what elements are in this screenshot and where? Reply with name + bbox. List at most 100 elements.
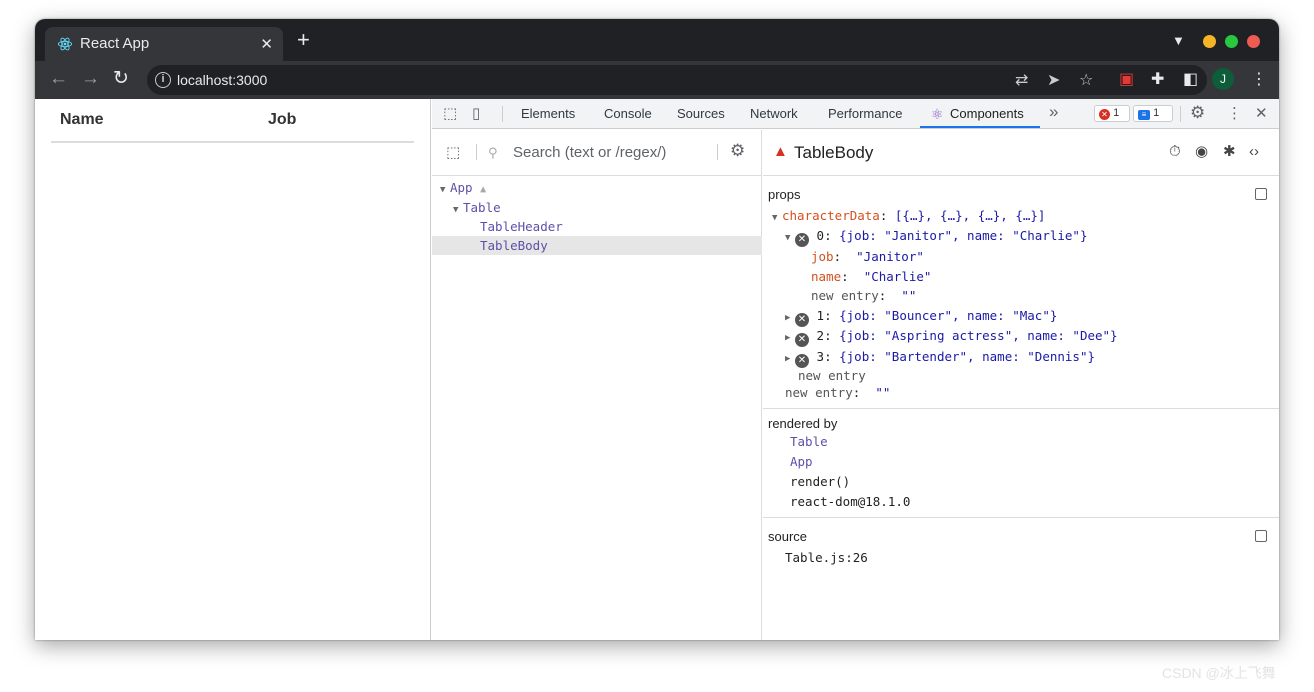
- message-count: 1: [1153, 107, 1160, 119]
- divider: [476, 144, 477, 160]
- component-details: ▲ TableBody ⏱ ◉ ✱ ‹› props ▼ characterDat…: [763, 130, 1279, 640]
- divider: [502, 106, 503, 122]
- tab-network[interactable]: Network: [750, 106, 798, 121]
- devtools-menu-icon[interactable]: ⋮: [1227, 105, 1242, 123]
- url-text[interactable]: localhost:3000: [177, 72, 267, 88]
- react-components-icon: ⚛: [931, 106, 944, 122]
- back-arrow-icon[interactable]: ←: [49, 69, 68, 89]
- tree-item-app[interactable]: ▼ App ▲: [432, 178, 762, 197]
- message-count-badge[interactable]: ≡ 1: [1133, 105, 1173, 122]
- chevron-down-icon[interactable]: ▼: [1172, 33, 1185, 48]
- close-devtools-icon[interactable]: ✕: [1255, 105, 1268, 123]
- error-count-badge[interactable]: ✕ 1: [1094, 105, 1130, 122]
- props-label: props: [768, 187, 801, 202]
- search-icon: ⚲: [488, 145, 498, 160]
- search-input[interactable]: Search (text or /regex/): [513, 144, 666, 161]
- view-source-icon[interactable]: ‹›: [1249, 144, 1259, 160]
- table-divider: [51, 141, 414, 143]
- maximize-button[interactable]: [1225, 35, 1238, 48]
- puzzle-icon[interactable]: ✚: [1151, 70, 1164, 90]
- rendered-by-react-dom: react-dom@18.1.0: [790, 494, 911, 509]
- tab-components[interactable]: Components: [950, 106, 1024, 121]
- remove-item-icon[interactable]: ✕: [795, 313, 809, 327]
- tree-settings-icon[interactable]: ⚙: [730, 142, 745, 160]
- prop-item-0[interactable]: ▼ ✕ 0: {job: "Janitor", name: "Charlie"}: [785, 228, 1087, 247]
- prop-new-entry[interactable]: new entry: "": [811, 288, 916, 304]
- caret-down-icon[interactable]: ▼: [785, 230, 795, 246]
- caret-down-icon[interactable]: ▼: [772, 210, 782, 226]
- eye-icon[interactable]: ◉: [1195, 144, 1208, 160]
- browser-tab[interactable]: React App ✕: [45, 27, 283, 61]
- prop-field-job[interactable]: job: "Janitor": [811, 249, 924, 265]
- tab-title: React App: [80, 35, 150, 52]
- browser-window: React App ✕ + ▼ ← → ↻ i localhost:3000 ⇄…: [35, 19, 1279, 640]
- remove-item-icon[interactable]: ✕: [795, 333, 809, 347]
- more-tabs-icon[interactable]: »: [1049, 103, 1058, 121]
- remove-item-icon[interactable]: ✕: [795, 354, 809, 368]
- divider: [1180, 106, 1181, 122]
- copy-icon[interactable]: [1255, 530, 1267, 542]
- selected-component-name: TableBody: [794, 143, 874, 162]
- avatar[interactable]: J: [1212, 68, 1234, 90]
- copy-icon[interactable]: [1255, 188, 1267, 200]
- info-icon[interactable]: i: [155, 72, 171, 88]
- reload-icon[interactable]: ↻: [113, 69, 129, 89]
- close-window-button[interactable]: [1247, 35, 1260, 48]
- inspect-element-icon[interactable]: ⬚: [443, 105, 457, 123]
- bug-icon[interactable]: ✱: [1223, 144, 1236, 160]
- send-icon[interactable]: ➤: [1047, 70, 1060, 90]
- devtools-panel: ⬚ ▯ Elements Console Sources Network Per…: [432, 99, 1279, 640]
- address-bar[interactable]: i localhost:3000 ⇄ ➤ ☆: [147, 65, 1207, 95]
- rendered-by-app[interactable]: App: [790, 454, 813, 470]
- menu-dots-icon[interactable]: ⋮: [1251, 70, 1267, 90]
- header-name: Name: [60, 111, 104, 128]
- caret-right-icon[interactable]: ▶: [785, 351, 795, 367]
- array-new-entry[interactable]: new entry: [798, 368, 866, 384]
- source-location[interactable]: Table.js:26: [785, 550, 868, 566]
- header-job: Job: [268, 111, 297, 128]
- prop-characterdata[interactable]: ▼ characterData: [{…}, {…}, {…}, {…}]: [772, 208, 1045, 226]
- warning-icon: ▲: [773, 143, 788, 160]
- side-panel-icon[interactable]: ◧: [1183, 70, 1198, 90]
- prop-item-1[interactable]: ▶ ✕ 1: {job: "Bouncer", name: "Mac"}: [785, 308, 1057, 327]
- tab-sources[interactable]: Sources: [677, 106, 725, 121]
- source-label: source: [768, 529, 808, 544]
- watermark: CSDN @冰上飞舞: [1162, 665, 1276, 681]
- close-tab-icon[interactable]: ✕: [260, 35, 273, 53]
- tab-elements[interactable]: Elements: [521, 106, 575, 121]
- translate-icon[interactable]: ⇄: [1015, 70, 1028, 90]
- gear-icon[interactable]: ⚙: [1190, 104, 1205, 122]
- component-tree: ⬚ ⚲ Search (text or /regex/) ⚙ ▼ App ▲ ▼ T…: [432, 130, 762, 640]
- prop-field-name[interactable]: name: "Charlie": [811, 269, 931, 285]
- warning-icon: ▲: [480, 184, 487, 195]
- tree-item-table[interactable]: ▼ Table: [432, 198, 762, 217]
- extension-icon[interactable]: ▣: [1119, 70, 1134, 90]
- remove-item-icon[interactable]: ✕: [795, 233, 809, 247]
- tree-item-tableheader[interactable]: TableHeader: [432, 217, 762, 236]
- caret-right-icon[interactable]: ▶: [785, 330, 795, 346]
- divider: [763, 517, 1279, 518]
- tree-item-tablebody[interactable]: TableBody: [432, 236, 762, 255]
- active-tab-indicator: [920, 126, 1040, 128]
- bookmark-star-icon[interactable]: ☆: [1079, 70, 1093, 90]
- prop-item-2[interactable]: ▶ ✕ 2: {job: "Aspring actress", name: "De…: [785, 328, 1118, 347]
- tab-performance[interactable]: Performance: [828, 106, 902, 121]
- new-tab-button[interactable]: +: [297, 29, 310, 51]
- tab-console[interactable]: Console: [604, 106, 652, 121]
- stopwatch-icon[interactable]: ⏱: [1169, 144, 1181, 160]
- error-icon: ✕: [1099, 109, 1110, 120]
- details-header: ▲ TableBody ⏱ ◉ ✱ ‹›: [763, 130, 1279, 176]
- root-new-entry[interactable]: new entry: "": [785, 385, 890, 401]
- divider: [763, 408, 1279, 409]
- forward-arrow-icon[interactable]: →: [81, 69, 100, 89]
- minimize-button[interactable]: [1203, 35, 1216, 48]
- browser-toolbar: ← → ↻ i localhost:3000 ⇄ ➤ ☆ ▣ ✚ ◧ J ⋮: [35, 61, 1279, 99]
- device-toolbar-icon[interactable]: ▯: [472, 105, 480, 123]
- error-count: 1: [1113, 107, 1120, 119]
- devtools-tab-bar: ⬚ ▯ Elements Console Sources Network Per…: [432, 99, 1279, 129]
- prop-item-3[interactable]: ▶ ✕ 3: {job: "Bartender", name: "Dennis"}: [785, 349, 1095, 368]
- rendered-by-table[interactable]: Table: [790, 434, 828, 450]
- caret-right-icon[interactable]: ▶: [785, 310, 795, 326]
- select-element-icon[interactable]: ⬚: [446, 144, 460, 162]
- message-icon: ≡: [1138, 110, 1150, 120]
